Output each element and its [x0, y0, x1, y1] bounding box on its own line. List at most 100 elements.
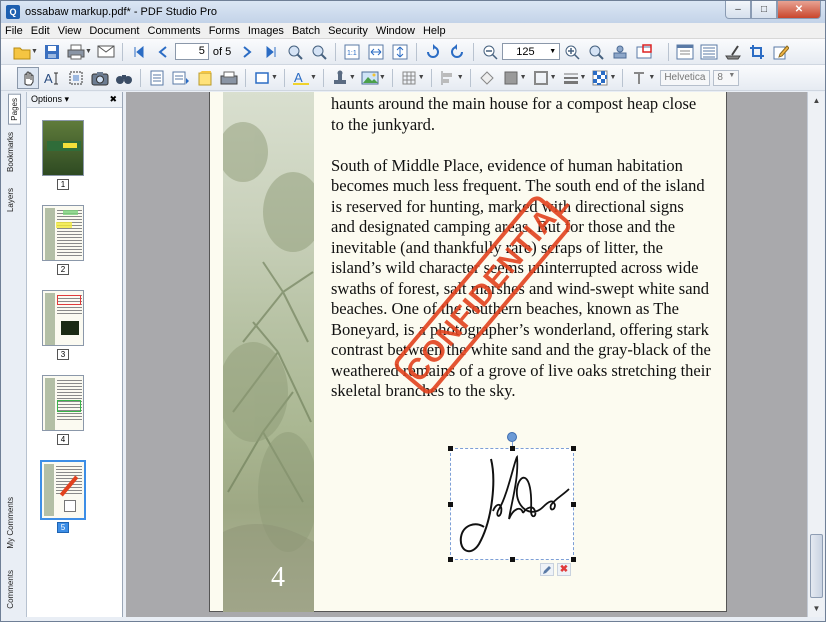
- opacity-icon[interactable]: [589, 67, 611, 89]
- tab-comments[interactable]: Comments: [6, 570, 15, 609]
- edit-annotation-icon[interactable]: [540, 563, 554, 576]
- typewriter-icon[interactable]: [218, 67, 240, 89]
- print-icon[interactable]: [65, 41, 87, 63]
- page-thumbnail-selected[interactable]: [40, 460, 86, 520]
- menu-edit[interactable]: Edit: [27, 25, 54, 37]
- close-panel-icon[interactable]: ✖: [109, 94, 117, 105]
- menu-comments[interactable]: Comments: [144, 25, 205, 37]
- font-name-select[interactable]: Helvetica: [660, 69, 711, 86]
- text-markup-icon[interactable]: A: [290, 67, 312, 89]
- find-previous-icon[interactable]: [284, 41, 306, 63]
- previous-page-icon[interactable]: [152, 41, 174, 63]
- image-annotation-icon[interactable]: [359, 67, 381, 89]
- chevron-down-icon[interactable]: ▼: [31, 48, 38, 55]
- fill-color-icon[interactable]: [476, 67, 498, 89]
- form-fields-icon[interactable]: [698, 41, 720, 63]
- border-color-icon[interactable]: [530, 67, 552, 89]
- delete-annotation-icon[interactable]: ✖: [557, 563, 571, 576]
- rotate-counterclockwise-icon[interactable]: [446, 41, 468, 63]
- menu-batch[interactable]: Batch: [288, 25, 324, 37]
- font-size-select[interactable]: 8 ▼: [713, 69, 740, 86]
- tab-pages[interactable]: Pages: [8, 94, 21, 125]
- grid-icon[interactable]: [398, 67, 420, 89]
- resize-handle[interactable]: [571, 502, 576, 507]
- chevron-down-icon[interactable]: ▼: [648, 74, 655, 81]
- email-icon[interactable]: [95, 41, 117, 63]
- zoom-level-select[interactable]: 125 ▼: [502, 43, 561, 60]
- chevron-down-icon[interactable]: ▼: [550, 74, 557, 81]
- binoculars-search-icon[interactable]: [113, 67, 135, 89]
- scanner-icon[interactable]: [722, 41, 744, 63]
- text-select-icon[interactable]: A: [41, 67, 63, 89]
- chevron-down-icon[interactable]: ▼: [349, 74, 356, 81]
- page-thumbnail[interactable]: [42, 290, 84, 346]
- rotation-handle[interactable]: [507, 432, 517, 442]
- fill-color-swatch[interactable]: [500, 67, 522, 89]
- resize-handle[interactable]: [510, 557, 515, 562]
- area-select-icon[interactable]: [65, 67, 87, 89]
- note-icon[interactable]: [146, 67, 168, 89]
- scroll-up-arrow-icon[interactable]: ▲: [808, 92, 825, 109]
- tab-layers[interactable]: Layers: [6, 188, 15, 212]
- save-icon[interactable]: [41, 41, 63, 63]
- resize-handle[interactable]: [571, 446, 576, 451]
- close-button[interactable]: ✕: [777, 1, 821, 19]
- stamp-tool-icon[interactable]: [329, 67, 351, 89]
- resize-handle[interactable]: [510, 446, 515, 451]
- zoom-tool-icon[interactable]: [585, 41, 607, 63]
- vertical-scrollbar[interactable]: ▲ ▼: [807, 92, 824, 617]
- resize-handle[interactable]: [448, 502, 453, 507]
- sticky-note-icon[interactable]: [194, 67, 216, 89]
- chevron-down-icon[interactable]: ▼: [580, 74, 587, 81]
- resize-handle[interactable]: [571, 557, 576, 562]
- first-page-icon[interactable]: [128, 41, 150, 63]
- menu-images[interactable]: Images: [244, 25, 288, 37]
- options-menu[interactable]: Options ▾: [31, 94, 69, 105]
- maximize-button[interactable]: □: [751, 1, 777, 19]
- menu-forms[interactable]: Forms: [205, 25, 244, 37]
- stamp-icon[interactable]: [609, 41, 631, 63]
- chevron-down-icon[interactable]: ▼: [520, 74, 527, 81]
- resize-handle[interactable]: [448, 446, 453, 451]
- fit-page-icon[interactable]: [389, 41, 411, 63]
- last-page-icon[interactable]: [260, 41, 282, 63]
- document-properties-icon[interactable]: [674, 41, 696, 63]
- open-folder-icon[interactable]: [11, 41, 33, 63]
- page-thumbnail[interactable]: [42, 205, 84, 261]
- find-next-icon[interactable]: [308, 41, 330, 63]
- document-viewer[interactable]: 4 haunts around the main house for a com…: [126, 92, 807, 617]
- rectangle-shape-icon[interactable]: [251, 67, 273, 89]
- menu-security[interactable]: Security: [324, 25, 372, 37]
- chevron-down-icon[interactable]: ▼: [418, 74, 425, 81]
- line-width-icon[interactable]: [560, 67, 582, 89]
- menu-window[interactable]: Window: [372, 25, 419, 37]
- edit-content-icon[interactable]: [770, 41, 792, 63]
- chevron-down-icon[interactable]: ▼: [379, 74, 386, 81]
- rotate-clockwise-icon[interactable]: [422, 41, 444, 63]
- signature-image-annotation[interactable]: [448, 446, 576, 562]
- menu-help[interactable]: Help: [419, 25, 450, 37]
- page-number-input[interactable]: 5: [174, 43, 209, 60]
- font-icon[interactable]: [628, 67, 650, 89]
- next-page-icon[interactable]: [236, 41, 258, 63]
- scroll-down-arrow-icon[interactable]: ▼: [808, 600, 825, 617]
- text-box-icon[interactable]: [170, 67, 192, 89]
- menu-file[interactable]: File: [1, 25, 27, 37]
- zoom-in-icon[interactable]: [561, 41, 583, 63]
- zoom-out-icon[interactable]: [479, 41, 501, 63]
- chevron-down-icon[interactable]: ▼: [85, 48, 92, 55]
- menu-view[interactable]: View: [54, 25, 86, 37]
- crop-icon[interactable]: [746, 41, 768, 63]
- align-icon[interactable]: [437, 67, 459, 89]
- tab-my-comments[interactable]: My Comments: [6, 497, 15, 549]
- page-thumbnail[interactable]: [42, 375, 84, 431]
- chevron-down-icon[interactable]: ▼: [310, 74, 317, 81]
- tab-bookmarks[interactable]: Bookmarks: [6, 132, 15, 172]
- redact-icon[interactable]: [633, 41, 655, 63]
- chevron-down-icon[interactable]: ▼: [457, 74, 464, 81]
- chevron-down-icon[interactable]: ▼: [271, 74, 278, 81]
- chevron-down-icon[interactable]: ▼: [609, 74, 616, 81]
- actual-size-icon[interactable]: 1:1: [341, 41, 363, 63]
- minimize-button[interactable]: –: [725, 1, 751, 19]
- snapshot-camera-icon[interactable]: [89, 67, 111, 89]
